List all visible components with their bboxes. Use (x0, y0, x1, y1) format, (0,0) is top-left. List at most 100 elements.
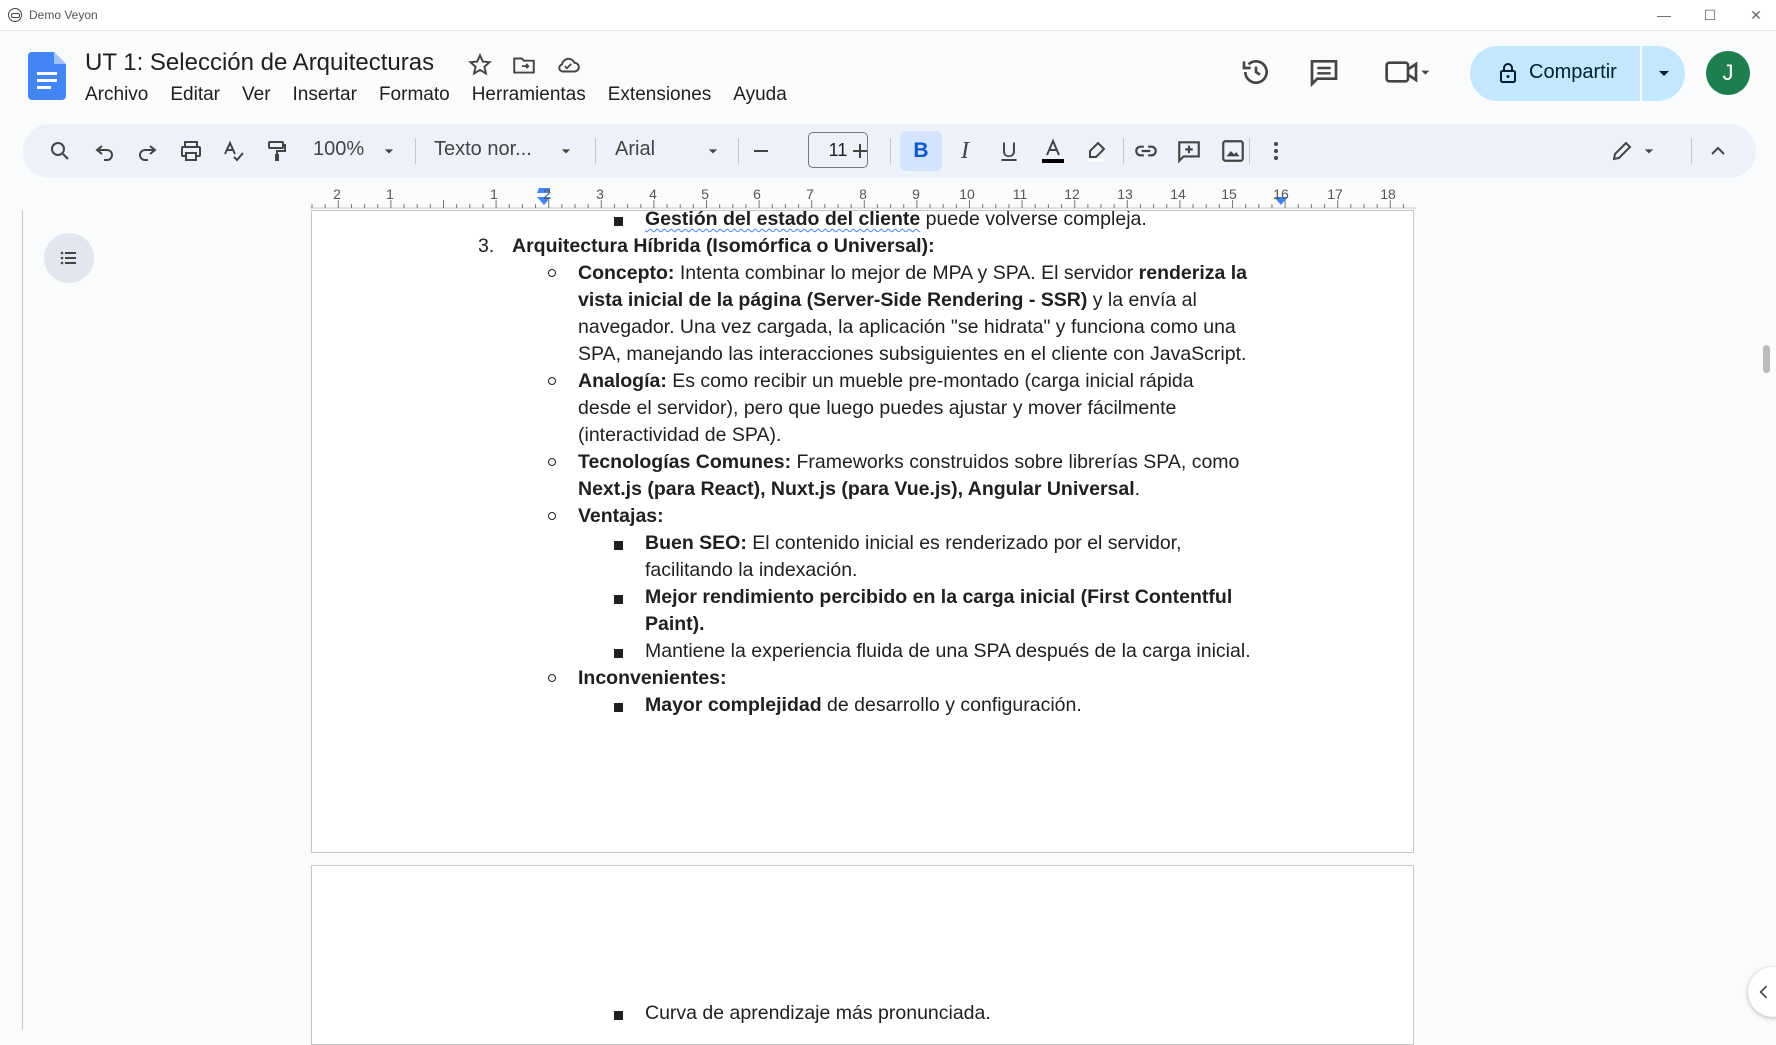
window-title: Demo Veyon (29, 8, 98, 22)
comments-icon[interactable] (1308, 56, 1340, 88)
formatting-toolbar: 100% Texto nor... Arial 11 B I U (23, 124, 1756, 178)
ruler-number: 11 (1012, 186, 1028, 202)
menu-extensiones[interactable]: Extensiones (597, 82, 723, 108)
text-span: de desarrollo y configuración. (821, 694, 1082, 716)
bullet-square (614, 649, 623, 658)
ruler-number: 2 (333, 186, 341, 202)
cloud-saved-icon[interactable] (555, 52, 581, 78)
vertical-scrollbar-thumb[interactable] (1763, 345, 1770, 373)
text-line: Inconvenientes: (578, 667, 726, 690)
toolbar-separator (890, 138, 891, 164)
search-menus-icon[interactable] (46, 137, 74, 165)
editing-mode-icon[interactable] (1608, 137, 1636, 165)
text-bold: Mayor complejidad (645, 694, 822, 716)
text-line: Next.js (para React), Nuxt.js (para Vue.… (578, 478, 1140, 501)
hide-menus-icon[interactable] (1704, 137, 1732, 165)
editing-mode-dropdown-icon[interactable] (1639, 141, 1659, 161)
ruler-number: 7 (806, 186, 814, 202)
bullet-circle (548, 269, 556, 277)
share-dropdown-icon[interactable] (1652, 61, 1676, 85)
highlight-color-icon[interactable] (1082, 137, 1110, 165)
text-line: Analogía: Es como recibir un mueble pre-… (578, 370, 1194, 393)
minimize-button[interactable]: — (1641, 0, 1687, 30)
share-button[interactable]: Compartir (1470, 46, 1685, 101)
ruler-number: 9 (912, 186, 920, 202)
text-bold: Paint). (645, 613, 705, 635)
ruler-number: 5 (701, 186, 709, 202)
text-bold: Tecnologías Comunes: (578, 451, 792, 473)
bullet-circle (548, 377, 556, 385)
text-line: Paint). (645, 613, 705, 636)
bullet-circle (548, 458, 556, 466)
bullet-square (614, 1011, 623, 1020)
paint-format-icon[interactable] (263, 137, 291, 165)
increase-font-size-icon[interactable] (846, 137, 874, 165)
text-line: facilitando la indexación. (645, 559, 858, 581)
add-comment-icon[interactable] (1175, 137, 1203, 165)
paragraph-style-select[interactable]: Texto nor... (434, 138, 532, 161)
insert-link-icon[interactable] (1132, 137, 1160, 165)
meet-video-icon[interactable] (1383, 56, 1433, 88)
veyon-app-icon (8, 8, 22, 22)
text-line: Mejor rendimiento percibido en la carga … (645, 586, 1232, 609)
list-number: 3. (478, 235, 495, 257)
text-line: Mayor complejidad de desarrollo y config… (645, 694, 1082, 717)
text-line: Gestión del estado del cliente puede vol… (645, 208, 1147, 231)
lock-icon (1500, 63, 1516, 83)
decrease-font-size-icon[interactable] (747, 137, 775, 165)
version-history-icon[interactable] (1240, 56, 1272, 88)
ruler-number: 18 (1380, 186, 1396, 202)
menu-formato[interactable]: Formato (368, 82, 461, 108)
insert-image-icon[interactable] (1219, 137, 1247, 165)
style-dropdown-icon[interactable] (556, 141, 576, 161)
text-bold: Gestión del estado del cliente (645, 208, 921, 230)
star-icon[interactable] (467, 52, 493, 78)
text-span: El contenido inicial es renderizado por … (746, 532, 1182, 554)
text-line: Buen SEO: El contenido inicial es render… (645, 532, 1182, 555)
account-avatar[interactable]: J (1706, 51, 1750, 95)
italic-icon[interactable]: I (951, 137, 979, 165)
document-outline-button[interactable] (44, 233, 94, 283)
horizontal-ruler[interactable]: 2 1 1 2 3 4 5 6 7 8 9 10 11 12 13 14 15 … (310, 182, 1416, 210)
close-button[interactable]: ✕ (1733, 0, 1776, 30)
document-page[interactable]: Curva de aprendizaje más pronunciada. (311, 865, 1414, 1045)
ruler-number: 10 (959, 186, 975, 202)
menu-herramientas[interactable]: Herramientas (461, 82, 597, 108)
more-options-icon[interactable] (1262, 137, 1290, 165)
zoom-select[interactable]: 100% (313, 138, 364, 161)
ruler-number: 12 (1064, 186, 1080, 202)
text-bold: Concepto: (578, 262, 675, 284)
text-line: (interactividad de SPA). (578, 424, 782, 446)
text-color-icon[interactable] (1039, 137, 1067, 165)
move-folder-icon[interactable] (511, 52, 537, 78)
text-line: navegador. Una vez cargada, la aplicació… (578, 316, 1236, 338)
menu-archivo[interactable]: Archivo (74, 82, 159, 108)
menu-insertar[interactable]: Insertar (282, 82, 368, 108)
document-title[interactable]: UT 1: Selección de Arquitecturas (85, 49, 434, 77)
docs-logo-icon[interactable] (28, 52, 66, 100)
maximize-button[interactable]: ☐ (1687, 0, 1733, 30)
text-span: Frameworks construidos sobre librerías S… (791, 451, 1240, 473)
text-line: Mantiene la experiencia fluida de una SP… (645, 640, 1251, 662)
ruler-number: 1 (490, 186, 498, 202)
bold-icon[interactable]: B (907, 137, 935, 165)
document-page[interactable]: Gestión del estado del cliente puede vol… (311, 208, 1414, 853)
menu-ver[interactable]: Ver (231, 82, 282, 108)
underline-icon[interactable]: U (995, 137, 1023, 165)
bullet-square (614, 595, 623, 604)
redo-icon[interactable] (133, 137, 161, 165)
text-bold: Buen SEO: (645, 532, 747, 554)
ruler-number: 1 (386, 186, 394, 202)
font-select[interactable]: Arial (615, 138, 655, 161)
side-panel-toggle[interactable] (1748, 967, 1776, 1017)
print-icon[interactable] (177, 137, 205, 165)
spellcheck-icon[interactable] (220, 137, 248, 165)
text-bold: Arquitectura Híbrida (Isomórfica o Unive… (512, 235, 935, 257)
font-dropdown-icon[interactable] (703, 141, 723, 161)
zoom-dropdown-icon[interactable] (379, 141, 399, 161)
text-bold: Ventajas: (578, 505, 664, 527)
menu-ayuda[interactable]: Ayuda (722, 82, 798, 108)
menu-editar[interactable]: Editar (159, 82, 231, 108)
toolbar-separator (738, 138, 739, 164)
undo-icon[interactable] (91, 137, 119, 165)
